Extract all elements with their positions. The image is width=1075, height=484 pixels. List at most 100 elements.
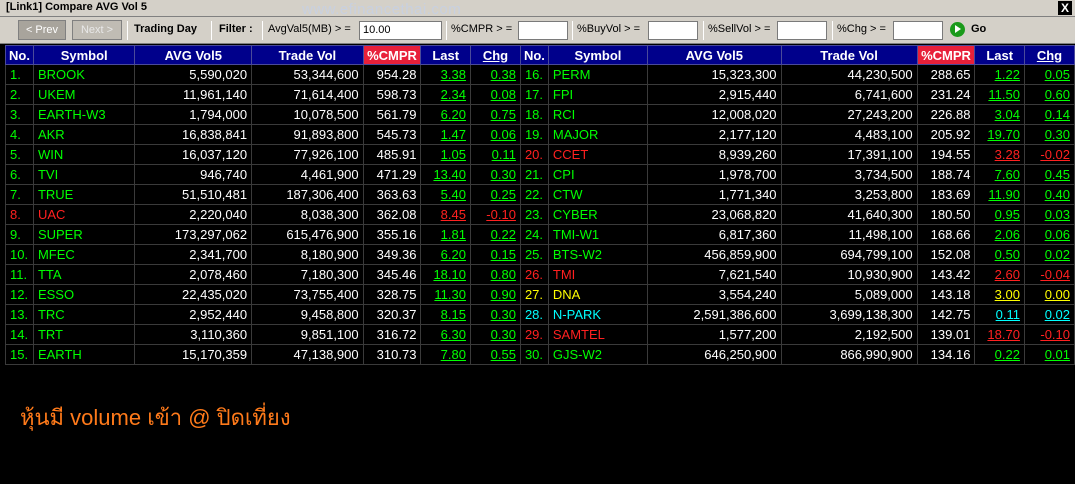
symbol-link[interactable]: SAMTEL [547,324,649,345]
header-no[interactable]: No. [5,45,34,65]
table-row[interactable]: 10. MFEC 2,341,700 8,180,900 349.36 6.20 0.15 2… [5,244,1075,265]
change-value[interactable]: 0.02 [1023,304,1075,325]
change-value[interactable]: 0.90 [469,284,521,305]
last-price[interactable]: 18.10 [420,264,471,285]
change-value[interactable]: 0.45 [1023,164,1075,185]
symbol-link[interactable]: MFEC [32,244,136,265]
header-no[interactable]: No. [519,45,549,65]
last-price[interactable]: 0.95 [974,204,1025,225]
symbol-link[interactable]: TMI [547,264,649,285]
last-price[interactable]: 18.70 [974,324,1025,345]
last-price[interactable]: 0.22 [974,344,1025,365]
symbol-link[interactable]: TRUE [32,184,136,205]
change-value[interactable]: 0.11 [469,144,521,165]
table-row[interactable]: 7. TRUE 51,510,481 187,306,400 363.63 5.40 0.2… [5,184,1075,205]
header-avg-vol5[interactable]: AVG Vol5 [647,45,782,65]
go-button[interactable]: Go [950,21,990,40]
change-value[interactable]: 0.75 [469,104,521,125]
header-cmpr[interactable]: %CMPR [362,45,422,65]
change-value[interactable]: 0.40 [1023,184,1075,205]
symbol-link[interactable]: FPI [547,84,649,105]
table-row[interactable]: 9. SUPER 173,297,062 615,476,900 355.16 1.81 0… [5,224,1075,245]
last-price[interactable]: 1.22 [974,64,1025,85]
last-price[interactable]: 8.15 [420,304,471,325]
last-price[interactable]: 3.00 [974,284,1025,305]
change-value[interactable]: 0.30 [469,324,521,345]
last-price[interactable]: 6.20 [420,104,471,125]
last-price[interactable]: 1.05 [420,144,471,165]
symbol-link[interactable]: WIN [32,144,136,165]
change-value[interactable]: 0.02 [1023,244,1075,265]
last-price[interactable]: 3.04 [974,104,1025,125]
change-value[interactable]: 0.06 [469,124,521,145]
symbol-link[interactable]: UKEM [32,84,136,105]
table-row[interactable]: 2. UKEM 11,961,140 71,614,400 598.73 2.34 0.08… [5,84,1075,105]
header-avg-vol5[interactable]: AVG Vol5 [134,45,253,65]
table-row[interactable]: 5. WIN 16,037,120 77,926,100 485.91 1.05 0.11 2… [5,144,1075,165]
header-cmpr[interactable]: %CMPR [916,45,976,65]
table-row[interactable]: 8. UAC 2,220,040 8,038,300 362.08 8.45 -0.10 23… [5,204,1075,225]
last-price[interactable]: 19.70 [974,124,1025,145]
change-value[interactable]: -0.10 [1023,324,1075,345]
change-value[interactable]: 0.38 [469,64,521,85]
header-trade-vol[interactable]: Trade Vol [251,45,364,65]
header-symbol[interactable]: Symbol [32,45,136,65]
table-row[interactable]: 14. TRT 3,110,360 9,851,100 316.72 6.30 0.30 29… [5,324,1075,345]
change-value[interactable]: 0.30 [469,164,521,185]
table-row[interactable]: 11. TTA 2,078,460 7,180,300 345.46 18.10 0.80 2… [5,264,1075,285]
last-price[interactable]: 3.38 [420,64,471,85]
symbol-link[interactable]: TRT [32,324,136,345]
last-price[interactable]: 2.34 [420,84,471,105]
symbol-link[interactable]: TRC [32,304,136,325]
last-price[interactable]: 2.60 [974,264,1025,285]
next-button[interactable]: Next > [72,20,122,40]
symbol-link[interactable]: BTS-W2 [547,244,649,265]
change-value[interactable]: 0.14 [1023,104,1075,125]
change-value[interactable]: 0.03 [1023,204,1075,225]
change-value[interactable]: 0.25 [469,184,521,205]
change-value[interactable]: -0.04 [1023,264,1075,285]
last-price[interactable]: 11.30 [420,284,471,305]
symbol-link[interactable]: RCI [547,104,649,125]
symbol-link[interactable]: TTA [32,264,136,285]
chg-filter-input[interactable] [893,21,943,40]
header-last[interactable]: Last [420,45,471,65]
change-value[interactable]: 0.22 [469,224,521,245]
change-value[interactable]: -0.02 [1023,144,1075,165]
symbol-link[interactable]: SUPER [32,224,136,245]
symbol-link[interactable]: EARTH [32,344,136,365]
last-price[interactable]: 11.50 [974,84,1025,105]
symbol-link[interactable]: ESSO [32,284,136,305]
last-price[interactable]: 13.40 [420,164,471,185]
change-value[interactable]: 0.01 [1023,344,1075,365]
header-trade-vol[interactable]: Trade Vol [780,45,918,65]
change-value[interactable]: 0.55 [469,344,521,365]
header-symbol[interactable]: Symbol [547,45,649,65]
table-row[interactable]: 13. TRC 2,952,440 9,458,800 320.37 8.15 0.30 28… [5,304,1075,325]
change-value[interactable]: 0.30 [469,304,521,325]
symbol-link[interactable]: TMI-W1 [547,224,649,245]
symbol-link[interactable]: UAC [32,204,136,225]
last-price[interactable]: 0.50 [974,244,1025,265]
table-row[interactable]: 1. BROOK 5,590,020 53,344,600 954.28 3.38 0.38… [5,64,1075,85]
symbol-link[interactable]: CTW [547,184,649,205]
last-price[interactable]: 0.11 [974,304,1025,325]
last-price[interactable]: 2.06 [974,224,1025,245]
change-value[interactable]: 0.08 [469,84,521,105]
symbol-link[interactable]: MAJOR [547,124,649,145]
header-chg[interactable]: Chg [469,45,521,65]
symbol-link[interactable]: CPI [547,164,649,185]
close-button[interactable]: X [1058,1,1072,15]
last-price[interactable]: 6.30 [420,324,471,345]
table-row[interactable]: 3. EARTH-W3 1,794,000 10,078,500 561.79 6.20 0… [5,104,1075,125]
symbol-link[interactable]: N-PARK [547,304,649,325]
last-price[interactable]: 11.90 [974,184,1025,205]
last-price[interactable]: 3.28 [974,144,1025,165]
last-price[interactable]: 1.47 [420,124,471,145]
table-row[interactable]: 4. AKR 16,838,841 91,893,800 545.73 1.47 0.06 1… [5,124,1075,145]
trading-day-label[interactable]: Trading Day [134,23,197,35]
buyvol-filter-input[interactable] [648,21,698,40]
change-value[interactable]: 0.15 [469,244,521,265]
change-value[interactable]: 0.30 [1023,124,1075,145]
change-value[interactable]: -0.10 [469,204,521,225]
